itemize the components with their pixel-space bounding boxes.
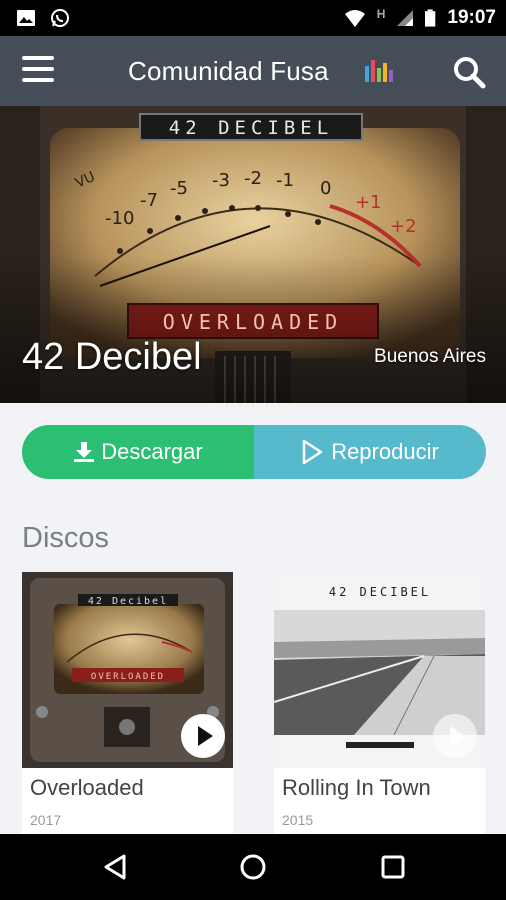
svg-text:-5: -5 xyxy=(170,178,188,199)
hero-brand-plate: 42 DECIBEL xyxy=(169,117,333,139)
play-outline-icon xyxy=(302,439,323,465)
system-nav-bar xyxy=(0,834,506,900)
hamburger-menu-icon[interactable] xyxy=(22,56,54,84)
album-card-overloaded[interactable]: 42 Decibel OVERLOADED Overloaded 2017 xyxy=(22,572,233,834)
album-card-rolling-in-town[interactable]: 42 DECIBEL Rolling In Town 2015 xyxy=(274,572,485,834)
cell-signal-icon xyxy=(397,10,414,26)
album-cover-rolling-in-town: 42 DECIBEL xyxy=(274,572,485,768)
hero-meter-label: OVERLOADED xyxy=(163,310,343,334)
album-year: 2017 xyxy=(30,812,62,828)
play-circle-icon xyxy=(450,726,465,746)
album-title: Overloaded xyxy=(30,775,144,800)
svg-text:+1: +1 xyxy=(355,192,382,213)
download-button[interactable]: Descargar xyxy=(22,425,254,479)
battery-icon xyxy=(425,9,436,27)
download-icon xyxy=(74,442,95,462)
play-circle-icon xyxy=(182,715,224,757)
album-title: Rolling In Town xyxy=(282,775,431,800)
album-year: 2015 xyxy=(282,812,314,828)
equalizer-logo-icon xyxy=(365,60,393,82)
status-time: 19:07 xyxy=(447,7,496,28)
artist-actions: Descargar Reproducir xyxy=(22,425,486,479)
albums-section-title: Discos xyxy=(22,522,110,554)
status-bar: H 19:07 xyxy=(0,0,506,36)
svg-text:-3: -3 xyxy=(212,170,230,191)
svg-text:0: 0 xyxy=(320,178,331,199)
artist-hero: -10 -7 -5 -3 -2 -1 0 +1 +2 42 DECIBEL VU OVERL… xyxy=(0,106,506,403)
overloaded-cover-meter: OVERLOADED xyxy=(91,672,165,682)
svg-text:-1: -1 xyxy=(276,170,294,191)
rolling-cover-plate: 42 DECIBEL xyxy=(329,585,431,599)
svg-text:-7: -7 xyxy=(140,190,158,211)
album-cover-overloaded: 42 Decibel OVERLOADED xyxy=(22,572,233,768)
svg-text:+2: +2 xyxy=(390,216,417,237)
wifi-icon xyxy=(344,10,365,27)
svg-text:-2: -2 xyxy=(244,168,262,189)
recents-icon[interactable] xyxy=(378,852,408,882)
album-play-button[interactable] xyxy=(181,714,225,758)
svg-text:-10: -10 xyxy=(105,208,134,229)
app-bar: Comunidad Fusa xyxy=(0,36,506,106)
overloaded-cover-plate: 42 Decibel xyxy=(88,596,168,607)
search-icon[interactable] xyxy=(452,55,486,89)
play-label: Reproducir xyxy=(331,439,439,464)
network-type-label: H xyxy=(376,7,386,21)
play-button[interactable]: Reproducir xyxy=(254,425,486,479)
download-label: Descargar xyxy=(101,439,203,464)
artist-location: Buenos Aires xyxy=(374,346,486,367)
back-icon[interactable] xyxy=(100,852,130,882)
gallery-notification-icon xyxy=(17,10,35,26)
artist-name: 42 Decibel xyxy=(22,336,202,378)
whatsapp-notification-icon xyxy=(51,9,69,27)
app-title: Comunidad Fusa xyxy=(128,56,329,86)
home-icon[interactable] xyxy=(238,852,268,882)
album-play-button[interactable] xyxy=(433,714,477,758)
